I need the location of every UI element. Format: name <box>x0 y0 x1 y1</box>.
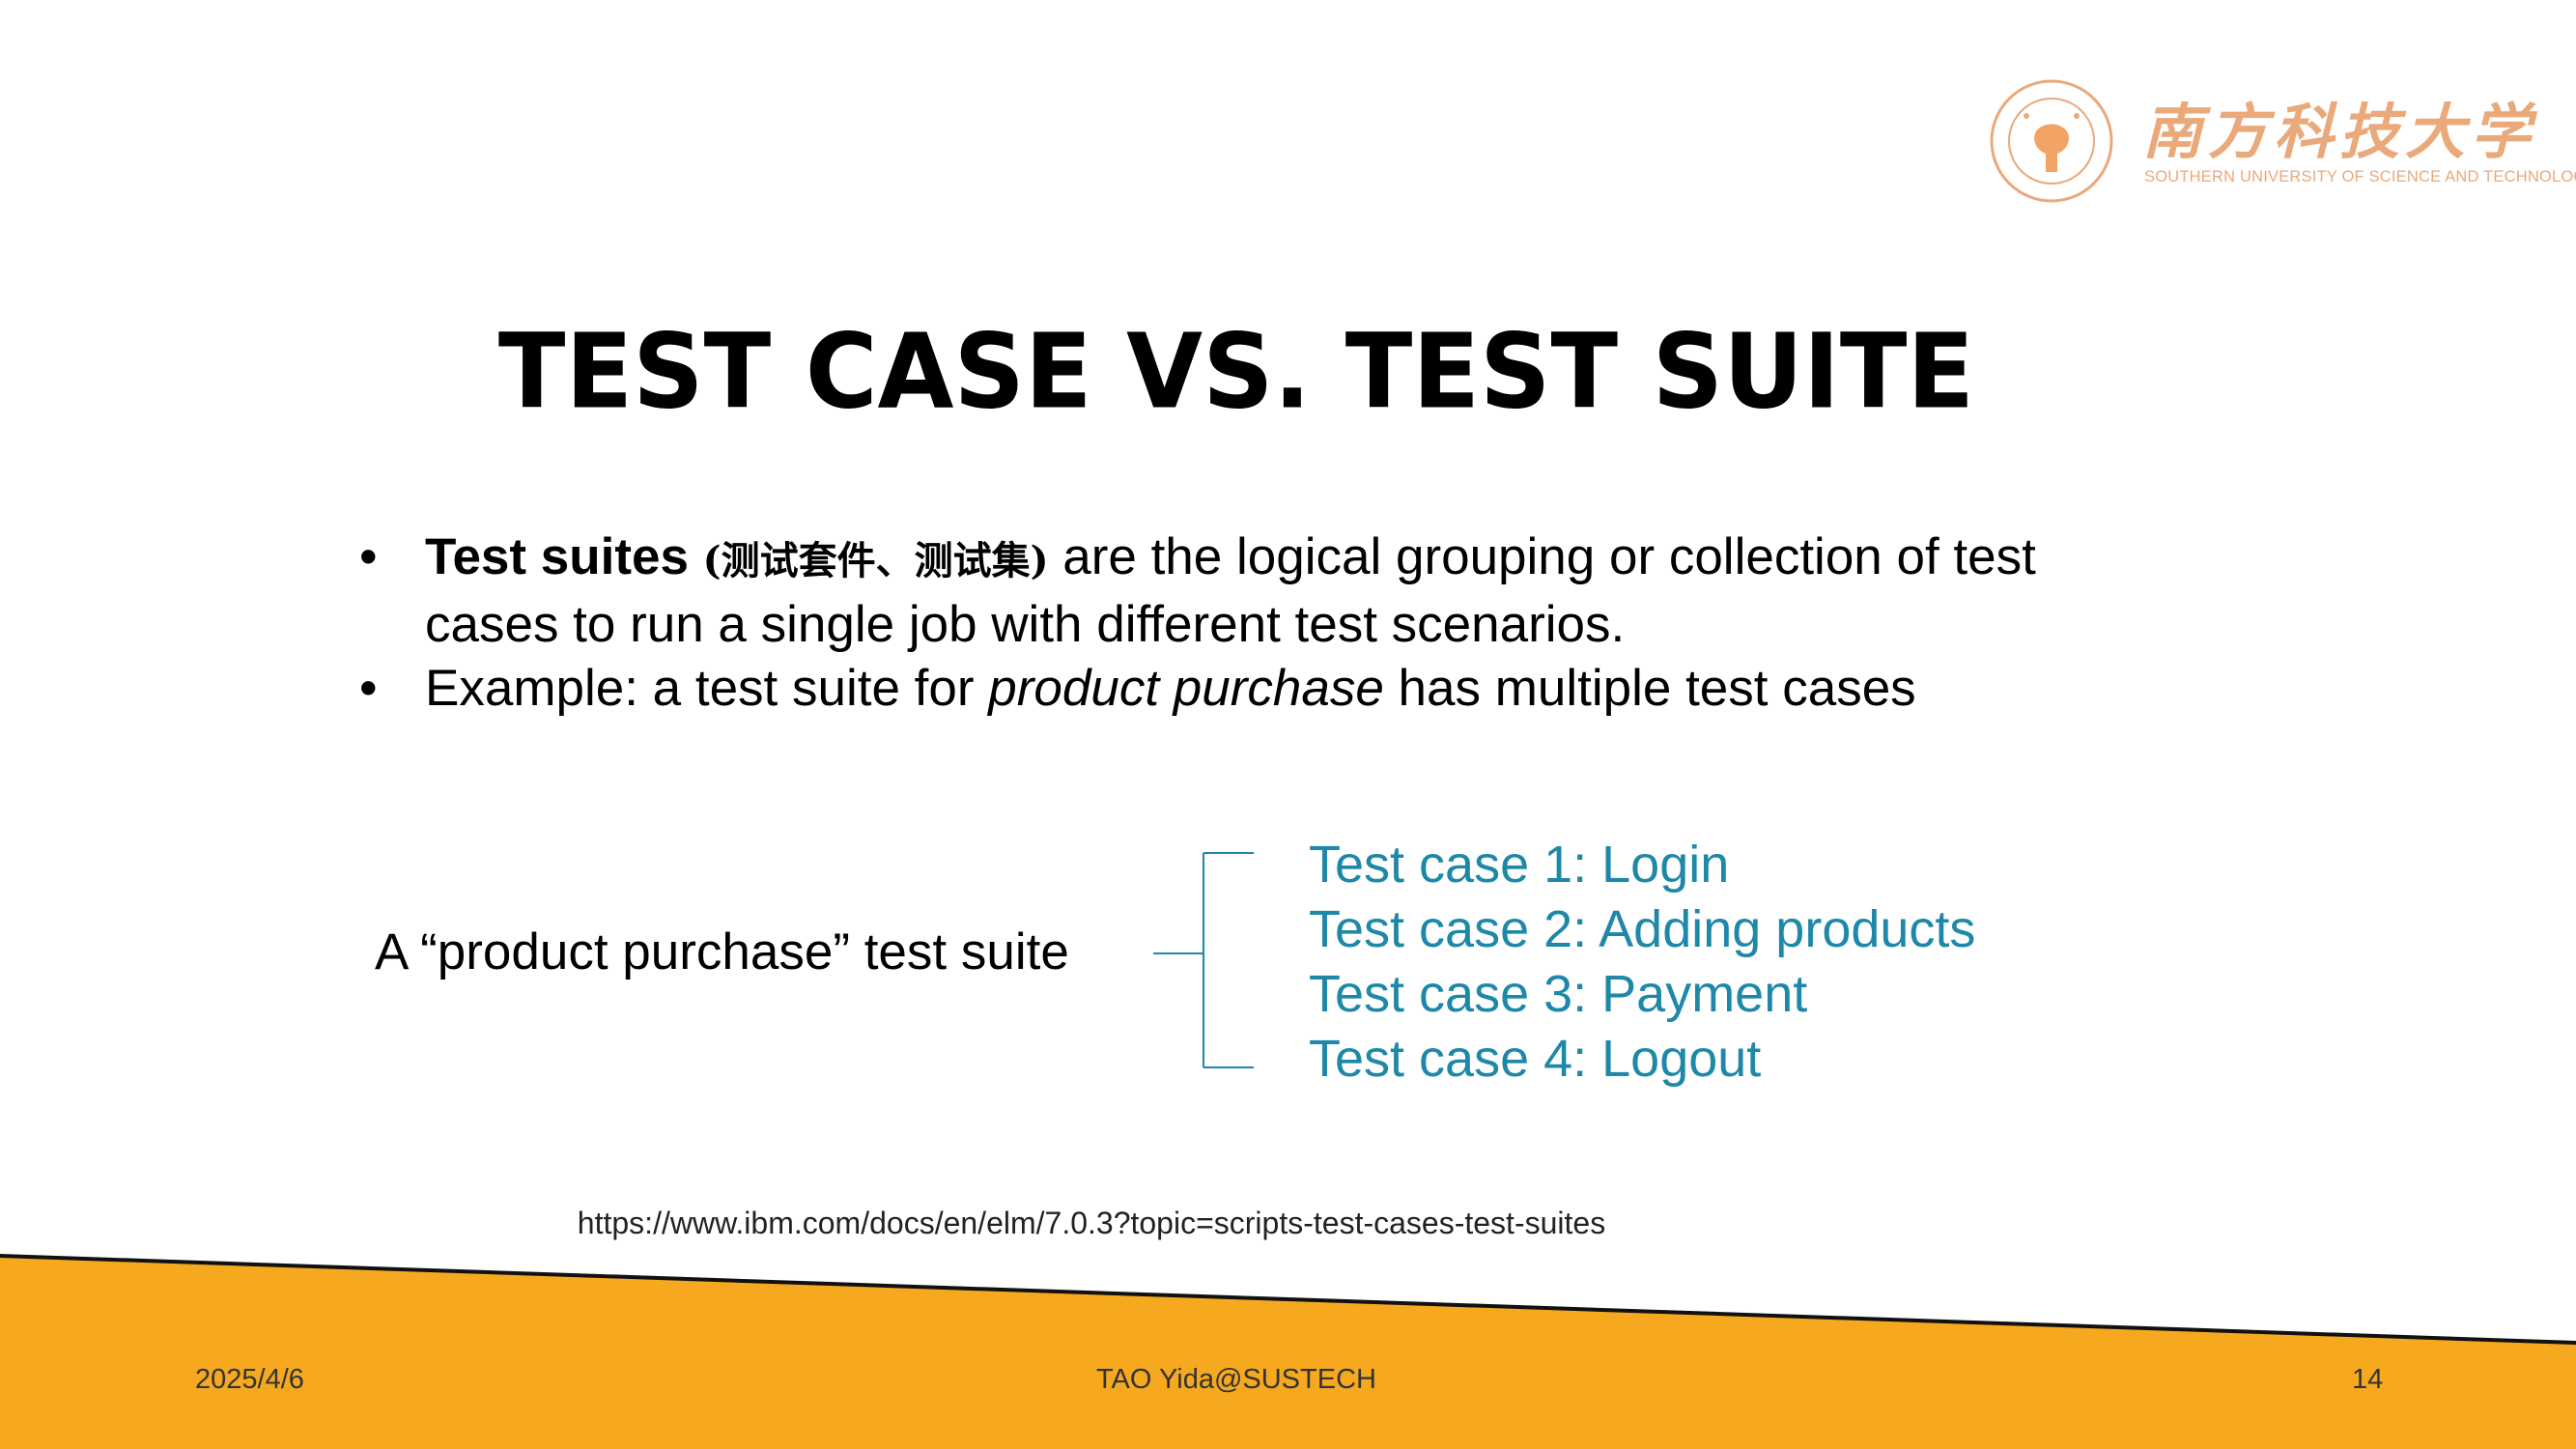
suite-label: A “product purchase” test suite <box>375 923 1069 980</box>
slide-title: TEST CASE VS. TEST SUITE <box>497 312 1975 433</box>
chinese-translation: (测试套件、测试集) <box>702 538 1049 583</box>
term-test-suites: Test suites <box>425 528 703 585</box>
example-suffix: has multiple test cases <box>1383 660 1916 717</box>
bracket-connector <box>1153 852 1254 1068</box>
example-prefix: Example: a test suite for <box>425 660 989 717</box>
reference-url: https://www.ibm.com/docs/en/elm/7.0.3?to… <box>577 1206 1606 1240</box>
bullet-marker: • <box>359 528 378 585</box>
university-logo: 南方科技大学 SOUTHERN UNIVERSITY OF SCIENCE AN… <box>1988 77 2576 213</box>
bullet-list: • Test suites (测试套件、测试集) are the logical… <box>359 526 2175 721</box>
test-case-item: Test case 4: Logout <box>1309 1030 1762 1088</box>
logo-english-name: SOUTHERN UNIVERSITY OF SCIENCE AND TECHN… <box>2144 168 2576 185</box>
bullet-item-test-suites: • Test suites (测试套件、测试集) are the logical… <box>359 526 2175 657</box>
example-emphasis: product purchase <box>988 660 1384 717</box>
logo-chinese-name: 南方科技大学 <box>2142 97 2537 167</box>
page-number: 14 <box>2352 1364 2384 1395</box>
university-seal-icon <box>1990 79 2113 203</box>
test-case-item: Test case 1: Login <box>1309 836 1730 894</box>
footer-author: TAO Yida@SUSTECH <box>1096 1364 1376 1395</box>
bullet-marker: • <box>359 660 378 717</box>
test-case-item: Test case 3: Payment <box>1309 965 1808 1023</box>
test-case-item: Test case 2: Adding products <box>1309 900 1976 958</box>
test-case-list: Test case 1: Login Test case 2: Adding p… <box>1309 833 1975 1092</box>
bullet-item-example: • Example: a test suite for product purc… <box>359 657 2175 721</box>
footer-banner <box>0 1254 2576 1449</box>
